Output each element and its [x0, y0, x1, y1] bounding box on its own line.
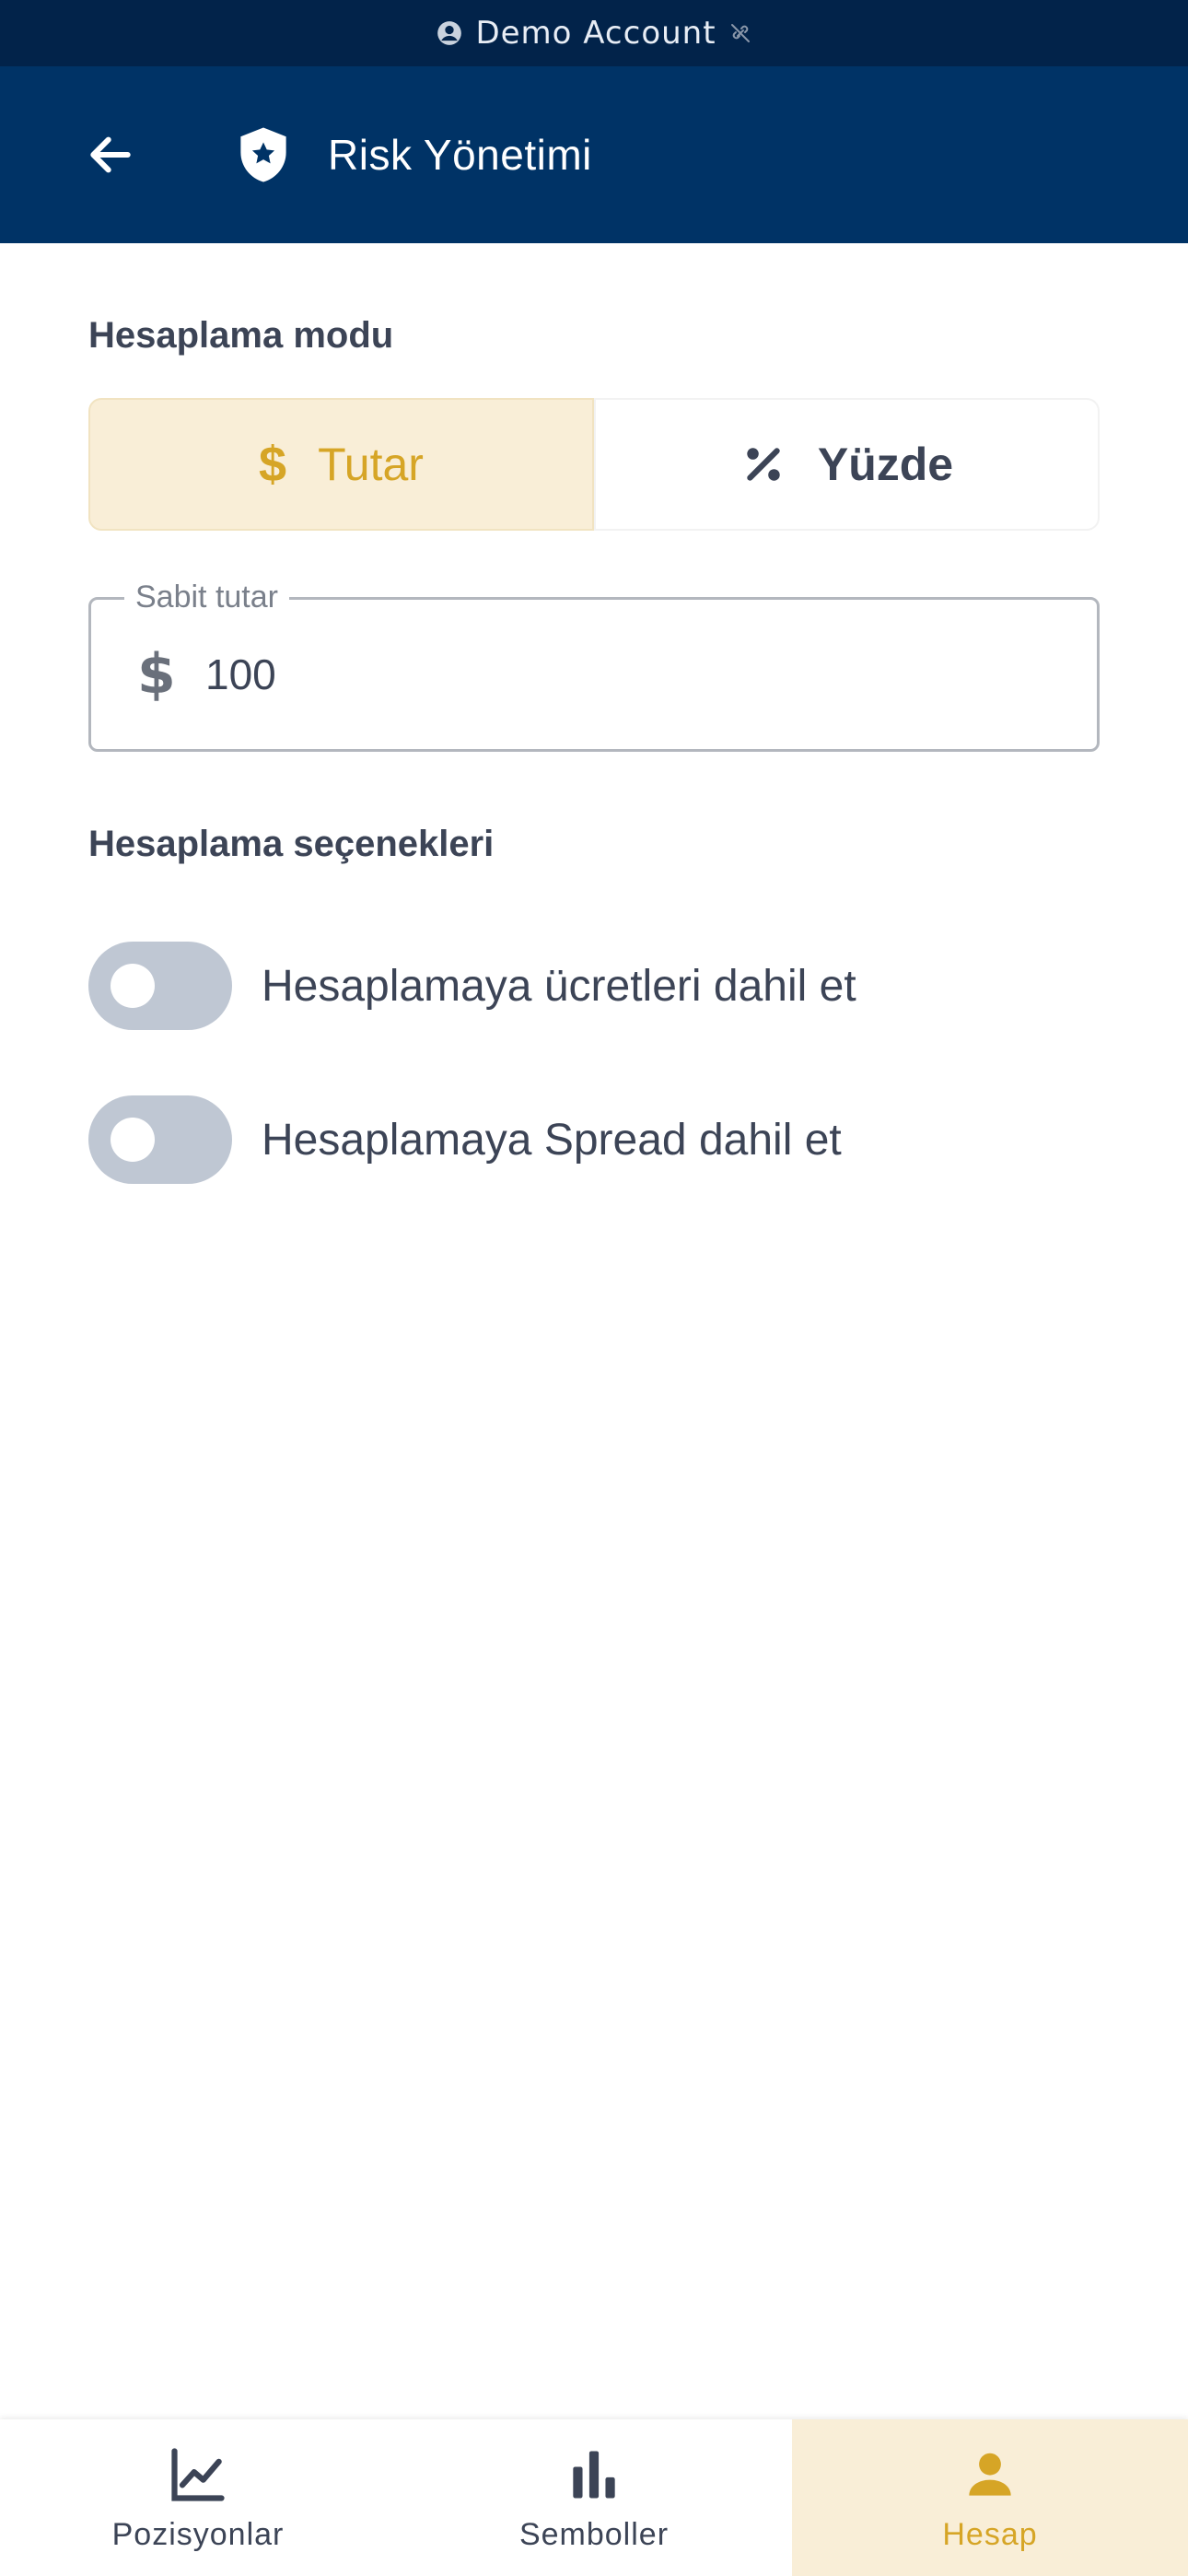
status-bar: Demo Account: [0, 0, 1188, 66]
bar-chart-icon: [573, 2451, 615, 2498]
account-circle-icon: [437, 21, 462, 45]
back-button[interactable]: [70, 114, 151, 195]
fixed-amount-input[interactable]: [204, 649, 1036, 700]
nav-label-account: Hesap: [942, 2516, 1038, 2552]
nav-label-positions: Pozisyonlar: [111, 2516, 285, 2552]
toggle-row-spread: Hesaplamaya Spread dahil et: [88, 1094, 1101, 1186]
mode-amount-label: Tutar: [318, 439, 424, 490]
calc-mode-segmented-control: $ Tutar Yüzde: [88, 398, 1100, 531]
fees-toggle-label: Hesaplamaya ücretleri dahil et: [262, 961, 856, 1011]
link-off-icon: [730, 24, 750, 42]
nav-item-positions[interactable]: Pozisyonlar: [0, 2419, 396, 2576]
toggle-knob: [111, 964, 155, 1008]
calc-options-section-label: Hesaplama seçenekleri: [88, 824, 495, 864]
nav-item-symbols[interactable]: Semboller: [396, 2419, 792, 2576]
fixed-amount-label: Sabit tutar: [124, 580, 289, 615]
dollar-icon: $: [259, 437, 287, 492]
account-label: Demo Account: [475, 15, 716, 52]
line-chart-icon: [171, 2447, 225, 2501]
toggle-row-fees: Hesaplamaya ücretleri dahil et: [88, 940, 1101, 1032]
mode-percent-label: Yüzde: [817, 439, 954, 490]
fees-toggle-switch[interactable]: [88, 942, 232, 1030]
mode-percent-button[interactable]: Yüzde: [594, 398, 1100, 531]
arrow-left-icon: [90, 136, 131, 173]
shield-star-icon: [240, 127, 286, 182]
calc-mode-section-label: Hesaplama modu: [88, 315, 394, 356]
page-title: Risk Yönetimi: [328, 131, 592, 179]
dollar-prefix-icon: $: [137, 642, 176, 707]
nav-label-symbols: Semboller: [518, 2516, 670, 2552]
bottom-navigation: Pozisyonlar Semboller Hesap: [0, 2419, 1188, 2576]
mode-amount-button[interactable]: $ Tutar: [88, 398, 594, 531]
spread-toggle-switch[interactable]: [88, 1095, 232, 1184]
spread-toggle-label: Hesaplamaya Spread dahil et: [262, 1115, 842, 1165]
toggle-knob: [111, 1118, 155, 1162]
fixed-amount-field[interactable]: Sabit tutar $: [88, 580, 1100, 752]
percent-icon: [740, 441, 786, 487]
nav-item-account[interactable]: Hesap: [792, 2419, 1188, 2576]
person-icon: [969, 2453, 1011, 2496]
app-bar: Risk Yönetimi: [0, 66, 1188, 243]
